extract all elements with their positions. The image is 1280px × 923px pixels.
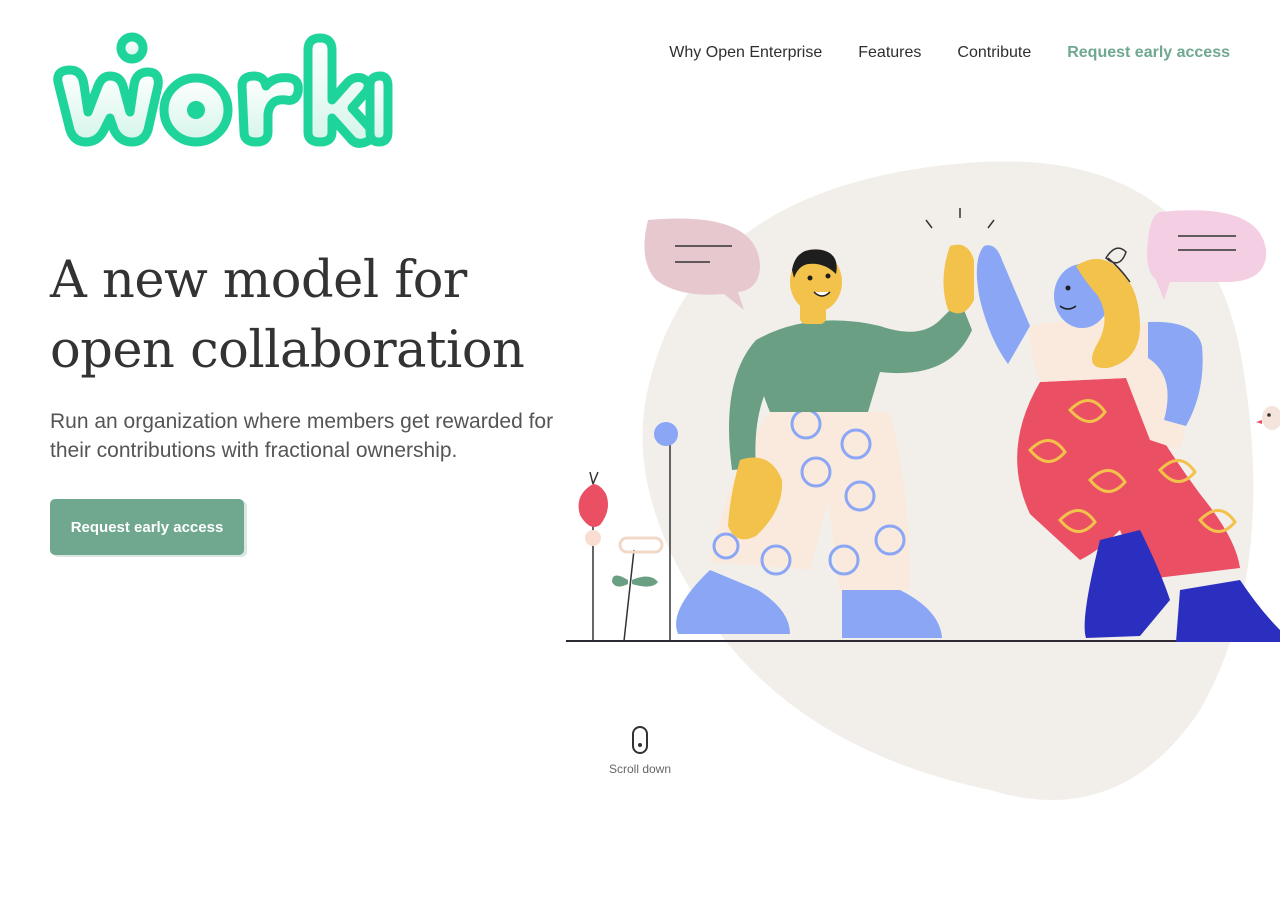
nav-contribute[interactable]: Contribute xyxy=(957,44,1031,62)
nav-why-open-enterprise[interactable]: Why Open Enterprise xyxy=(669,44,822,62)
hero-subtitle: Run an organization where members get re… xyxy=(50,410,554,462)
nav-request-early-access[interactable]: Request early access xyxy=(1067,44,1230,62)
nav-features[interactable]: Features xyxy=(858,44,921,62)
hero-title-line2: open collaboration xyxy=(50,321,525,380)
main-nav: Why Open Enterprise Features Contribute … xyxy=(669,44,1230,62)
request-early-access-button[interactable]: Request early access xyxy=(50,499,244,555)
hero-title-line1: A new model for xyxy=(50,251,467,310)
hero-title: A new model for open collaboration xyxy=(50,246,610,386)
high-five-illustration xyxy=(566,161,1280,801)
mouse-icon xyxy=(632,726,648,754)
scroll-down-label: Scroll down xyxy=(608,762,672,776)
worki-logo[interactable] xyxy=(48,30,393,152)
scroll-down-indicator[interactable]: Scroll down xyxy=(590,726,690,776)
bird xyxy=(1256,406,1280,430)
